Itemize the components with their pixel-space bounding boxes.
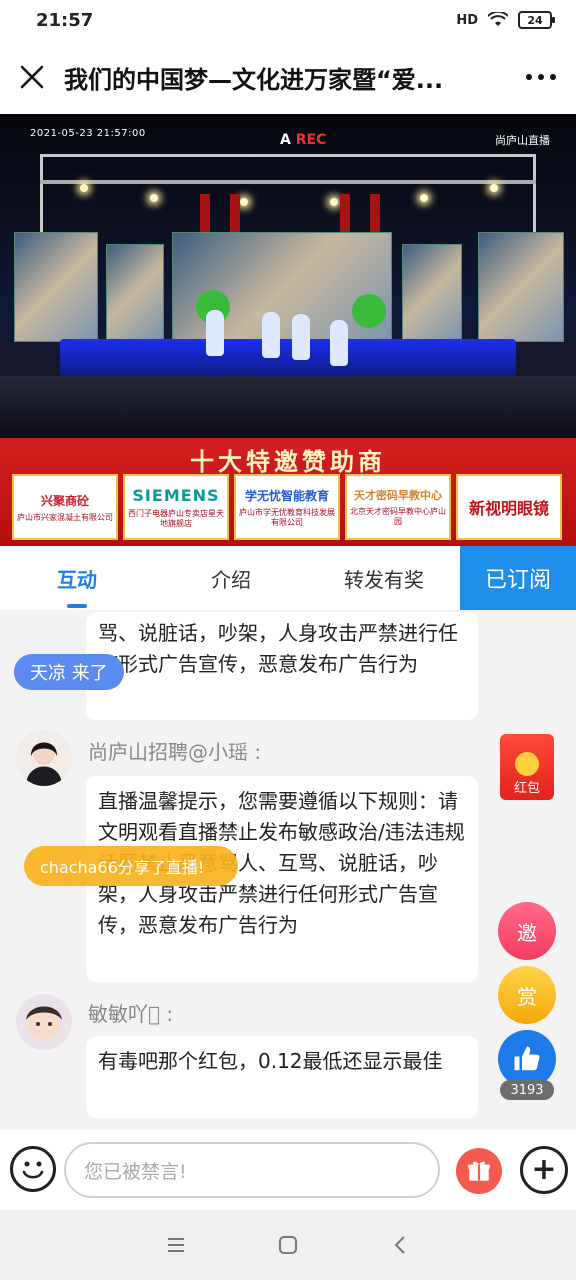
sponsor-brand: 新视明眼镜: [468, 499, 549, 518]
status-bar: 21:57 HD 24: [0, 0, 576, 40]
close-button[interactable]: [0, 40, 64, 114]
battery-icon: 24: [518, 11, 555, 29]
sponsor-card: 天才密码早教中心 北京天才密码早教中心庐山园: [345, 474, 451, 540]
chat-message-bubble: 骂、说脏话，吵架，人身攻击严禁进行任何形式广告宣传，恶意发布广告行为: [86, 612, 478, 720]
led-screen: [172, 232, 392, 346]
battery-level: 24: [527, 13, 543, 27]
stage-floor: [60, 339, 516, 379]
prop-tree: [352, 294, 386, 328]
stage-light: [490, 184, 498, 192]
chat-message-bubble: 有毒吧那个红包，0.12最低还显示最佳: [86, 1036, 478, 1118]
invite-button[interactable]: 邀: [498, 902, 556, 960]
tab-introduction[interactable]: 介绍: [154, 546, 308, 610]
led-screen: [14, 232, 98, 342]
red-packet-button[interactable]: 红包: [500, 734, 554, 804]
sponsor-brand: 学无忧智能教育: [244, 488, 329, 503]
like-count: 3193: [500, 1080, 554, 1100]
wifi-icon: [488, 12, 508, 26]
stage-truss-beam: [40, 180, 536, 184]
chat-sender-name[interactable]: 敏敏吖  :: [88, 998, 173, 1027]
red-packet-label: 红包: [513, 781, 540, 796]
sponsor-card: 学无忧智能教育 庐山市学无忧教育科技发展有限公司: [234, 474, 340, 540]
stage-light: [150, 194, 158, 202]
status-time: 21:57: [36, 9, 94, 31]
led-screen: [402, 244, 462, 340]
more-dot-icon: [526, 74, 532, 80]
gift-button[interactable]: [456, 1148, 502, 1194]
led-screen: [106, 244, 164, 340]
gift-icon: [468, 1161, 490, 1181]
stage-light: [330, 198, 338, 206]
audience-area: [0, 376, 576, 438]
thumbs-up-icon: [514, 1046, 540, 1071]
sponsor-card: 兴聚商砼 庐山市兴家混凝土有限公司: [12, 474, 118, 540]
sponsor-cards: 兴聚商砼 庐山市兴家混凝土有限公司 SIEMENS 西门子电器庐山专卖店星天地旗…: [12, 474, 562, 540]
sponsor-subtitle: 西门子电器庐山专卖店星天地旗舰店: [128, 508, 224, 528]
coin-icon: [515, 752, 539, 776]
home-icon: [279, 1236, 297, 1254]
signal-icon: HD: [456, 12, 478, 28]
sponsor-brand: 兴聚商砼: [40, 493, 89, 508]
more-dot-icon: [538, 74, 544, 80]
plus-icon: +: [531, 1152, 557, 1187]
sponsor-banner[interactable]: 十大特邀赞助商 兴聚商砼 庐山市兴家混凝土有限公司 SIEMENS 西门子电器庐…: [0, 438, 576, 546]
stage-light: [420, 194, 428, 202]
more-options-button[interactable]: [506, 40, 576, 114]
emoji-button[interactable]: [10, 1146, 56, 1192]
sponsor-subtitle: 庐山市兴家混凝土有限公司: [17, 512, 113, 522]
menu-button[interactable]: [156, 1225, 196, 1265]
live-video-player[interactable]: 2021-05-23 21:57:00 A REC 尚庐山直播: [0, 114, 576, 438]
tab-share-reward[interactable]: 转发有奖: [308, 546, 460, 610]
sponsor-card: SIEMENS 西门子电器庐山专卖店星天地旗舰店: [123, 474, 229, 540]
subscribe-button[interactable]: 已订阅: [460, 546, 576, 610]
performer: [292, 314, 310, 360]
smiley-icon: [22, 1161, 44, 1179]
title-bar: 我们的中国梦—文化进万家暨“爱...: [0, 40, 576, 114]
performer: [330, 320, 348, 366]
avatar[interactable]: [16, 730, 72, 786]
stage-light: [80, 184, 88, 192]
rec-indicator: A REC: [280, 132, 327, 148]
menu-icon: [168, 1238, 184, 1252]
comment-input[interactable]: 您已被禁言!: [64, 1142, 440, 1198]
stage-light: [240, 198, 248, 206]
add-button[interactable]: +: [520, 1146, 568, 1194]
video-timestamp: 2021-05-23 21:57:00: [30, 128, 146, 139]
sponsor-title: 十大特邀赞助商: [190, 448, 386, 476]
sponsor-brand: SIEMENS: [132, 485, 220, 505]
performer: [206, 310, 224, 356]
more-dot-icon: [550, 74, 556, 80]
red-packet-icon: 红包: [500, 734, 554, 800]
rec-label: REC: [295, 132, 327, 148]
led-screen: [478, 232, 564, 342]
user-avatar-icon: [16, 730, 72, 786]
tab-interaction[interactable]: 互动: [0, 546, 154, 610]
chat-sender-name[interactable]: 尚庐山招聘@小瑶 :: [88, 736, 261, 765]
home-button[interactable]: [268, 1225, 308, 1265]
status-icons: HD 24: [456, 11, 555, 29]
sponsor-subtitle: 庐山市学无忧教育科技发展有限公司: [239, 507, 335, 527]
sponsor-card: 新视明眼镜: [456, 474, 562, 540]
performer: [262, 312, 280, 358]
input-bar: 您已被禁言! +: [0, 1130, 576, 1210]
close-icon: [20, 65, 44, 89]
user-avatar-icon: [16, 994, 72, 1050]
reward-label: 赏: [517, 984, 537, 1009]
avatar[interactable]: [16, 994, 72, 1050]
back-icon: [394, 1236, 405, 1254]
back-button[interactable]: [380, 1225, 420, 1265]
sponsor-brand: 天才密码早教中心: [354, 489, 442, 502]
system-nav-bar: [0, 1210, 576, 1280]
chat-message-text: 骂、说脏话，吵架，人身攻击严禁进行任何形式广告宣传，恶意发布广告行为: [98, 621, 458, 676]
page-title: 我们的中国梦—文化进万家暨“爱...: [64, 65, 444, 94]
reward-button[interactable]: 赏: [498, 966, 556, 1024]
chat-message-text: 有毒吧那个红包，0.12最低还显示最佳: [98, 1049, 443, 1073]
sponsor-subtitle: 北京天才密码早教中心庐山园: [350, 507, 446, 526]
video-watermark: 尚庐山直播: [495, 134, 550, 147]
join-notice: 天凉 来了: [14, 654, 124, 690]
share-notice: chacha66分享了直播!: [24, 846, 238, 886]
invite-label: 邀: [517, 920, 537, 945]
